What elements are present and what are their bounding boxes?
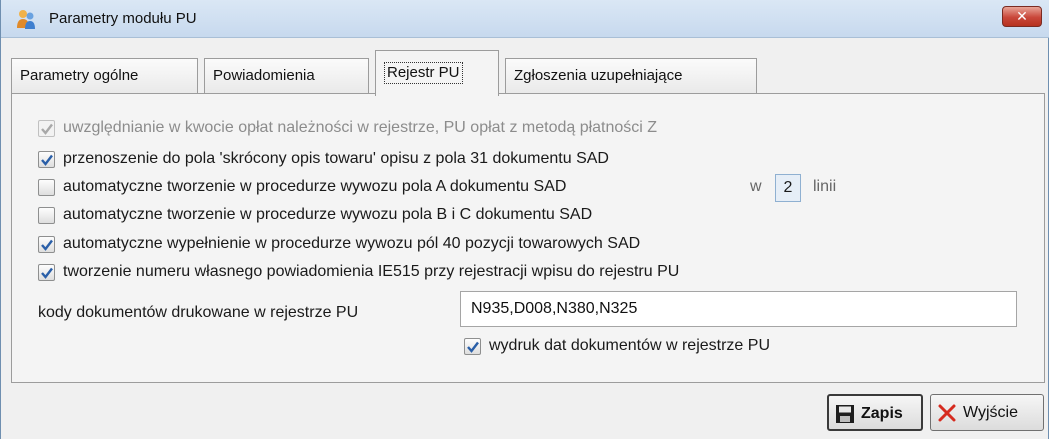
save-button[interactable]: Zapis	[827, 394, 923, 431]
option-label: automatyczne tworzenie w procedurze wywo…	[63, 206, 593, 223]
close-x-icon	[938, 404, 956, 422]
exit-button[interactable]: Wyjście	[930, 394, 1044, 431]
print-dates-label: wydruk dat dokumentów w rejestrze PU	[489, 337, 770, 354]
checkmark-icon	[41, 123, 53, 135]
window-title: Parametry modułu PU	[49, 10, 197, 27]
floppy-disk-icon	[836, 405, 854, 423]
tab-label: Zgłoszenia uzupełniające	[514, 67, 683, 84]
tab-powiadomienia[interactable]: Powiadomienia	[204, 58, 369, 94]
option-label: tworzenie numeru własnego powiadomienia …	[63, 263, 680, 280]
codes-input[interactable]	[460, 291, 1017, 327]
tab-label: Rejestr PU	[384, 62, 463, 84]
checkmark-icon	[41, 239, 53, 251]
tab-parametry-ogolne[interactable]: Parametry ogólne	[11, 58, 198, 94]
checkbox[interactable]	[38, 264, 55, 281]
option-label: uwzględnianie w kwocie opłat należności …	[63, 119, 658, 136]
people-icon	[17, 10, 35, 29]
tab-rejestr-pu[interactable]: Rejestr PU	[375, 50, 499, 96]
option-label: przenoszenie do pola 'skrócony opis towa…	[63, 150, 609, 167]
checkmark-icon	[41, 267, 53, 279]
title-bar: Parametry modułu PU ✕	[1, 0, 1049, 38]
tab-label: Powiadomienia	[213, 67, 315, 84]
dialog-window: Parametry modułu PU ✕ Parametry ogólne P…	[0, 0, 1049, 439]
option-label: automatyczne tworzenie w procedurze wywo…	[63, 178, 567, 195]
close-icon: ✕	[1016, 8, 1028, 24]
checkmark-icon	[467, 341, 479, 353]
close-button[interactable]: ✕	[1002, 6, 1042, 27]
save-label: Zapis	[861, 405, 903, 422]
checkbox[interactable]	[38, 236, 55, 253]
checkbox[interactable]	[38, 179, 55, 196]
lines-prefix: w	[750, 178, 762, 195]
lines-suffix: linii	[813, 178, 837, 195]
codes-label: kody dokumentów drukowane w rejestrze PU	[38, 304, 359, 321]
exit-label: Wyjście	[963, 404, 1018, 421]
option-label: automatyczne wypełnienie w procedurze wy…	[63, 235, 641, 252]
lines-count-input[interactable]: 2	[775, 174, 801, 202]
checkbox[interactable]	[38, 207, 55, 224]
checkbox[interactable]	[38, 120, 55, 137]
checkmark-icon	[41, 154, 53, 166]
print-dates-checkbox[interactable]	[464, 338, 481, 355]
tab-label: Parametry ogólne	[20, 67, 139, 84]
checkbox[interactable]	[38, 151, 55, 168]
option-row[interactable]: automatyczne tworzenie w procedurze wywo…	[38, 174, 858, 202]
tab-panel-rejestr-pu: uwzględnianie w kwocie opłat należności …	[11, 93, 1045, 383]
tab-zgloszenia-uzupelniajace[interactable]: Zgłoszenia uzupełniające	[505, 58, 757, 94]
